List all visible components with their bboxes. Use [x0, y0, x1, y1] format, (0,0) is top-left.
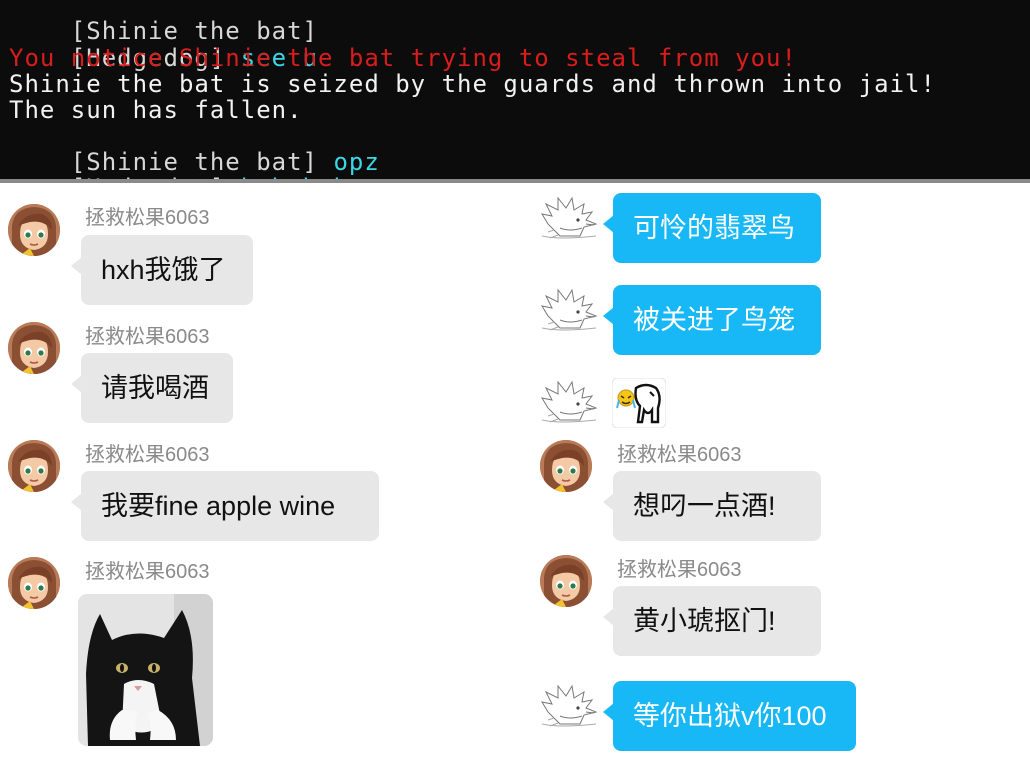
game-terminal: [Shinie the bat] [Hedgedog] see u You no… [0, 0, 1030, 183]
terminal-line: [Hedgedog] hahahaha [9, 149, 364, 179]
sender-name: 拯救松果6063 [617, 559, 742, 581]
sender-name: 拯救松果6063 [85, 207, 210, 229]
sender-name: 拯救松果6063 [85, 561, 210, 583]
terminal-line: [Shinie the bat] [9, 0, 318, 44]
hedgehog-avatar[interactable] [540, 194, 600, 242]
terminal-alert-line: You notice Shinie the bat trying to stea… [9, 44, 797, 72]
terminal-line: The sun has fallen. [9, 96, 303, 124]
user-avatar[interactable] [8, 440, 60, 492]
message-bubble[interactable]: 我要fine apple wine [71, 471, 379, 541]
message-bubble[interactable]: 想叼一点酒! [603, 471, 821, 541]
user-avatar[interactable] [8, 322, 60, 374]
message-bubble[interactable]: hxh我饿了 [71, 235, 253, 305]
message-bubble[interactable]: 等你出狱v你100 [603, 681, 856, 751]
sender-name: 拯救松果6063 [617, 444, 742, 466]
cat-photo[interactable] [78, 594, 213, 746]
terminal-line: [Shinie the bat] opz [9, 123, 380, 175]
message-bubble[interactable]: 被关进了鸟笼 [603, 285, 821, 355]
user-avatar[interactable] [8, 204, 60, 256]
message-bubble[interactable]: 黄小琥抠门! [603, 586, 821, 656]
hedgehog-avatar[interactable] [540, 286, 600, 334]
message-bubble[interactable]: 可怜的翡翠鸟 [603, 193, 821, 263]
terminal-speaker: [Hedgedog] [71, 174, 226, 179]
terminal-line: Shinie the bat is seized by the guards a… [9, 70, 936, 98]
message-bubble[interactable]: 请我喝酒 [71, 353, 233, 423]
user-avatar[interactable] [8, 557, 60, 609]
sender-name: 拯救松果6063 [85, 444, 210, 466]
user-avatar[interactable] [540, 440, 592, 492]
cat-sticker[interactable] [611, 377, 667, 429]
sender-name: 拯救松果6063 [85, 326, 210, 348]
terminal-chat-text: hahahaha [241, 174, 365, 179]
hedgehog-avatar[interactable] [540, 378, 600, 426]
terminal-line: [Hedgedog] see u [9, 19, 318, 71]
hedgehog-avatar[interactable] [540, 682, 600, 730]
user-avatar[interactable] [540, 555, 592, 607]
